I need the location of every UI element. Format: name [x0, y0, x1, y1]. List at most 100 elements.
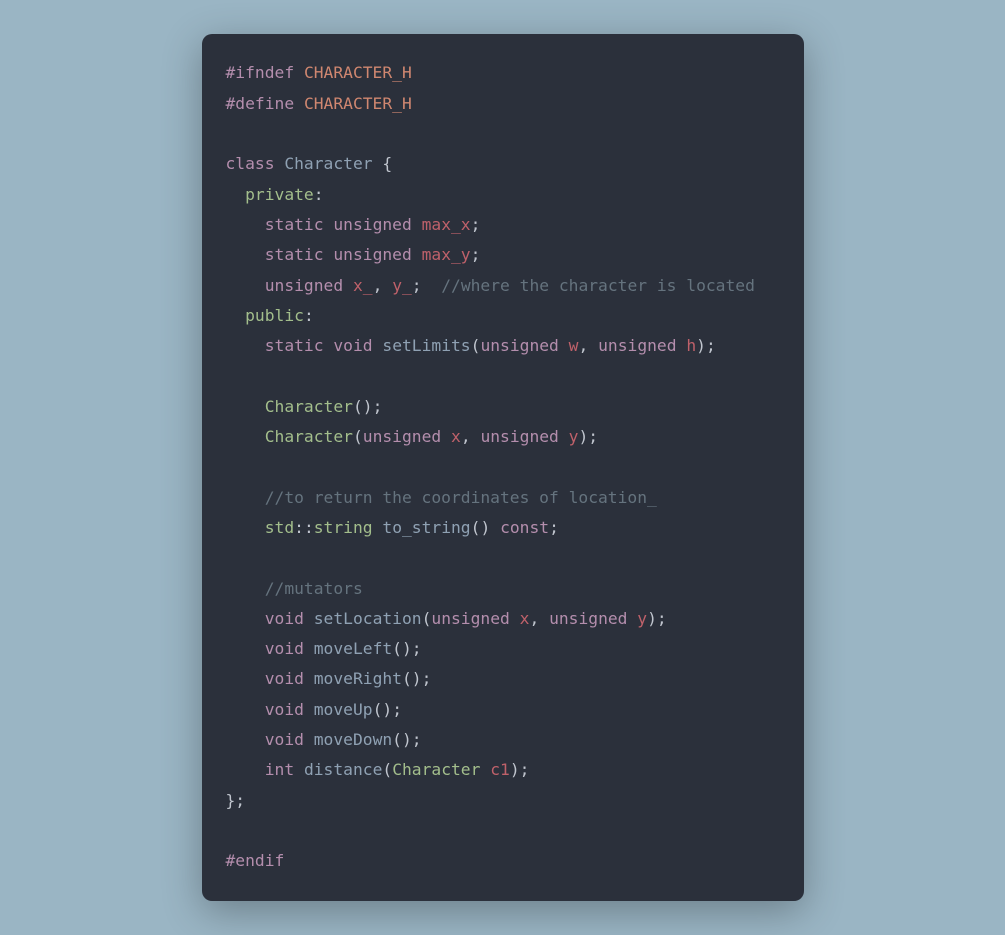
macro-guard-2: CHARACTER_H	[304, 94, 412, 113]
func-distance: distance	[304, 760, 382, 779]
pre-endif: #endif	[226, 851, 285, 870]
semi-1: ;	[471, 215, 481, 234]
lp-9: (	[392, 730, 402, 749]
lp-2: (	[353, 397, 363, 416]
comment-mut: //mutators	[265, 579, 363, 598]
comment-loc: //where the character is located	[441, 276, 755, 295]
rp-6: )	[402, 639, 412, 658]
comment-ret: //to return the coordinates of location_	[265, 488, 657, 507]
rp-2: )	[363, 397, 373, 416]
ctor-2: Character	[265, 427, 353, 446]
type-string: string	[314, 518, 373, 537]
semi-8: ;	[657, 609, 667, 628]
scopeop: ::	[294, 518, 314, 537]
kw-static-1: static	[265, 215, 324, 234]
ident-y-1: y	[569, 427, 579, 446]
kw-unsigned-3: unsigned	[265, 276, 343, 295]
lp-3: (	[353, 427, 363, 446]
func-setlimits: setLimits	[382, 336, 470, 355]
kw-unsigned-8: unsigned	[431, 609, 509, 628]
kw-const: const	[500, 518, 549, 537]
ident-maxy: max_y	[422, 245, 471, 264]
semi-4: ;	[706, 336, 716, 355]
kw-void-2: void	[265, 609, 304, 628]
comma-1: ,	[373, 276, 383, 295]
kw-unsigned-2: unsigned	[333, 245, 411, 264]
func-tostring: to_string	[382, 518, 470, 537]
classname: Character	[284, 154, 372, 173]
lbrace: {	[373, 154, 393, 173]
rp-9: )	[402, 730, 412, 749]
colon-1: :	[314, 185, 324, 204]
kw-class: class	[226, 154, 275, 173]
lp-7: (	[402, 669, 412, 688]
semi-5: ;	[373, 397, 383, 416]
kw-void-1: void	[333, 336, 372, 355]
semi-12: ;	[412, 730, 422, 749]
ident-x-1: x	[451, 427, 461, 446]
kw-unsigned-1: unsigned	[333, 215, 411, 234]
ident-x_: x_	[353, 276, 373, 295]
semi-11: ;	[392, 700, 402, 719]
kw-static-3: static	[265, 336, 324, 355]
rp-1: )	[696, 336, 706, 355]
private-access: private	[245, 185, 314, 204]
pre-define: #define	[226, 94, 295, 113]
pre-ifndef: #ifndef	[226, 63, 295, 82]
func-moveup: moveUp	[314, 700, 373, 719]
semi-2: ;	[471, 245, 481, 264]
lp-4: (	[471, 518, 481, 537]
kw-void-5: void	[265, 700, 304, 719]
ident-w: w	[569, 336, 579, 355]
ident-y_: y_	[392, 276, 412, 295]
kw-unsigned-9: unsigned	[549, 609, 627, 628]
public-access: public	[245, 306, 304, 325]
colon-2: :	[304, 306, 314, 325]
ident-maxx: max_x	[422, 215, 471, 234]
macro-guard-1: CHARACTER_H	[304, 63, 412, 82]
ident-c1: c1	[490, 760, 510, 779]
rp-8: )	[382, 700, 392, 719]
ident-x-2: x	[520, 609, 530, 628]
func-movedown: moveDown	[314, 730, 392, 749]
lp-8: (	[373, 700, 383, 719]
func-moveright: moveRight	[314, 669, 402, 688]
comma-2: ,	[578, 336, 588, 355]
kw-void-3: void	[265, 639, 304, 658]
lp-5: (	[422, 609, 432, 628]
kw-unsigned-7: unsigned	[480, 427, 558, 446]
ident-h: h	[686, 336, 696, 355]
ctor-1: Character	[265, 397, 353, 416]
semi-3: ;	[412, 276, 422, 295]
semi-6: ;	[588, 427, 598, 446]
lp-6: (	[392, 639, 402, 658]
kw-int: int	[265, 760, 294, 779]
semi-7: ;	[549, 518, 559, 537]
func-moveleft: moveLeft	[314, 639, 392, 658]
semi-10: ;	[422, 669, 432, 688]
code-content: #ifndef CHARACTER_H #define CHARACTER_H …	[226, 58, 780, 876]
rp-10: )	[510, 760, 520, 779]
func-setlocation: setLocation	[314, 609, 422, 628]
kw-unsigned-6: unsigned	[363, 427, 441, 446]
semi-13: ;	[520, 760, 530, 779]
lp-10: (	[382, 760, 392, 779]
kw-void-6: void	[265, 730, 304, 749]
rp-7: )	[412, 669, 422, 688]
rbrace-semi: };	[226, 791, 246, 810]
kw-static-2: static	[265, 245, 324, 264]
rp-4: )	[480, 518, 490, 537]
rp-3: )	[578, 427, 588, 446]
ident-y-2: y	[637, 609, 647, 628]
rp-5: )	[647, 609, 657, 628]
code-block: #ifndef CHARACTER_H #define CHARACTER_H …	[202, 34, 804, 900]
kw-unsigned-5: unsigned	[598, 336, 676, 355]
type-character: Character	[392, 760, 480, 779]
ns-std: std	[265, 518, 294, 537]
kw-unsigned-4: unsigned	[480, 336, 558, 355]
kw-void-4: void	[265, 669, 304, 688]
comma-3: ,	[461, 427, 471, 446]
semi-9: ;	[412, 639, 422, 658]
lp-1: (	[471, 336, 481, 355]
comma-4: ,	[529, 609, 539, 628]
